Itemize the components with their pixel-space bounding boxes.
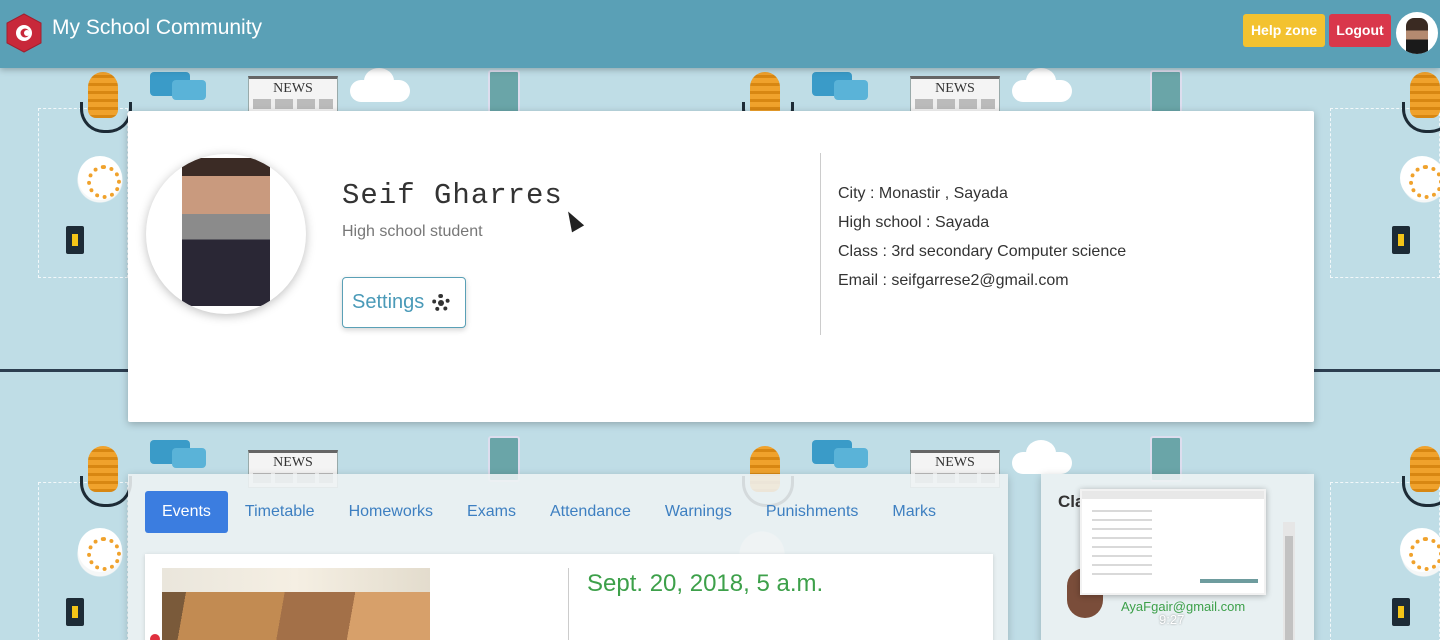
phone-icon (1150, 70, 1182, 116)
cloud-icon (1012, 68, 1072, 102)
newspaper-icon: NEWS (910, 76, 1000, 114)
chat-bubble-icon (834, 80, 868, 100)
tab-exams[interactable]: Exams (450, 491, 533, 533)
chat-bubble-icon (834, 448, 868, 468)
loading-sun-icon (78, 528, 122, 572)
user-avatar[interactable] (1396, 12, 1438, 54)
top-navbar: My School Community Help zone Logout (0, 0, 1440, 68)
microphone-icon (1402, 446, 1440, 507)
profile-name: Seif Gharres (342, 179, 563, 212)
microphone-icon (80, 72, 132, 133)
tab-homeworks[interactable]: Homeworks (332, 491, 450, 533)
thumbnail-progress (1200, 579, 1258, 583)
info-email: Email : seifgarrese2@gmail.com (838, 272, 1069, 289)
profile-photo (182, 158, 270, 306)
newspaper-icon: NEWS (248, 76, 338, 114)
chat-bubble-icon (812, 72, 852, 96)
cloud-icon (350, 68, 410, 102)
loading-sun-icon (1400, 528, 1440, 572)
gear-icon (432, 293, 451, 312)
microphone-icon (80, 446, 132, 507)
event-card: Sept. 20, 2018, 5 a.m. (145, 554, 993, 640)
battery-icon (66, 598, 84, 626)
settings-label: Settings (352, 291, 425, 313)
phone-icon (488, 70, 520, 116)
info-city: City : Monastir , Sayada (838, 185, 1008, 202)
info-high-school: High school : Sayada (838, 214, 990, 231)
help-zone-button[interactable]: Help zone (1243, 14, 1325, 47)
microphone-icon (1402, 72, 1440, 133)
settings-button[interactable]: Settings (342, 277, 466, 328)
battery-icon (1392, 226, 1410, 254)
app-title[interactable]: My School Community (52, 16, 262, 40)
activity-panel: Events Timetable Homeworks Exams Attenda… (128, 474, 1008, 640)
video-preview-thumbnail[interactable] (1080, 489, 1266, 595)
chat-bubble-icon (172, 448, 206, 468)
profile-info: City : Monastir , Sayada High school : S… (838, 179, 1126, 295)
classmates-scrollbar[interactable] (1283, 522, 1295, 640)
chat-bubble-icon (812, 440, 852, 464)
tab-marks[interactable]: Marks (875, 491, 953, 533)
cloud-icon (1012, 440, 1072, 474)
tab-bar: Events Timetable Homeworks Exams Attenda… (145, 491, 953, 533)
event-date: Sept. 20, 2018, 5 a.m. (587, 570, 824, 597)
notification-dot (150, 634, 160, 640)
event-image[interactable] (162, 568, 430, 640)
event-divider (568, 568, 569, 640)
chat-bubble-icon (150, 440, 190, 464)
video-timestamp: 9:27 (1159, 612, 1185, 627)
info-class: Class : 3rd secondary Computer science (838, 243, 1127, 260)
tab-warnings[interactable]: Warnings (648, 491, 749, 533)
hexagon-logo-icon[interactable] (6, 13, 42, 53)
loading-sun-icon (78, 156, 122, 200)
tab-punishments[interactable]: Punishments (749, 491, 876, 533)
tab-events[interactable]: Events (145, 491, 228, 533)
battery-icon (1392, 598, 1410, 626)
chat-bubble-icon (172, 80, 206, 100)
profile-card: Seif Gharres High school student Setting… (128, 111, 1314, 422)
tab-attendance[interactable]: Attendance (533, 491, 648, 533)
battery-icon (66, 226, 84, 254)
chat-bubble-icon (150, 72, 190, 96)
profile-divider (820, 153, 821, 335)
profile-avatar (146, 154, 306, 314)
profile-role: High school student (342, 223, 483, 240)
tab-timetable[interactable]: Timetable (228, 491, 332, 533)
loading-sun-icon (1400, 156, 1440, 200)
logout-button[interactable]: Logout (1329, 14, 1391, 47)
